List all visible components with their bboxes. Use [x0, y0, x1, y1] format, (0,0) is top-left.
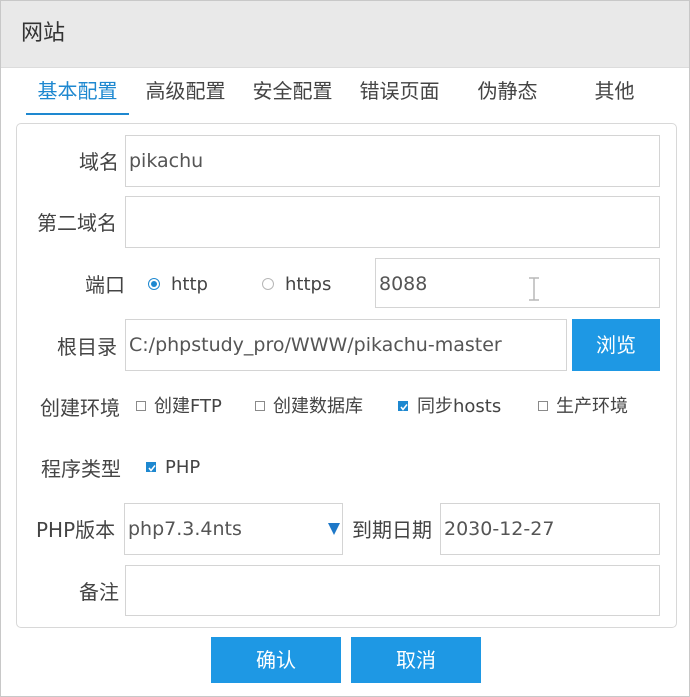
second-domain-input[interactable]	[125, 196, 660, 248]
sync-hosts-checkbox[interactable]	[398, 401, 408, 411]
https-radio-label[interactable]: https	[285, 276, 331, 294]
create-ftp-label[interactable]: 创建FTP	[154, 398, 222, 416]
text-cursor-icon	[529, 277, 539, 301]
site-dialog: 网站 基本配置 高级配置 安全配置 错误页面 伪静态 其他 域名 pikachu…	[0, 0, 690, 697]
tab-other[interactable]: 其他	[563, 67, 666, 113]
sync-hosts-label[interactable]: 同步hosts	[417, 398, 501, 416]
create-db-checkbox[interactable]	[255, 401, 265, 411]
cancel-button[interactable]: 取消	[351, 637, 481, 683]
create-db-label[interactable]: 创建数据库	[273, 398, 363, 416]
domain-input[interactable]: pikachu	[125, 135, 660, 187]
tab-security-config[interactable]: 安全配置	[241, 67, 344, 113]
php-checkbox-label[interactable]: PHP	[165, 459, 200, 477]
tab-rewrite[interactable]: 伪静态	[456, 67, 559, 113]
env-label: 创建环境	[40, 396, 120, 420]
tab-error-pages[interactable]: 错误页面	[348, 67, 451, 113]
confirm-button[interactable]: 确认	[211, 637, 341, 683]
http-radio-label[interactable]: http	[171, 276, 208, 294]
note-input[interactable]	[125, 565, 660, 616]
root-dir-input[interactable]: C:/phpstudy_pro/WWW/pikachu-master	[125, 319, 567, 371]
https-radio[interactable]	[262, 278, 274, 290]
program-type-label: 程序类型	[41, 457, 121, 481]
note-label: 备注	[79, 580, 119, 604]
second-domain-label: 第二域名	[37, 211, 117, 235]
dialog-title: 网站	[21, 21, 66, 46]
expire-date-input[interactable]: 2030-12-27	[440, 503, 660, 555]
check-icon	[400, 404, 408, 411]
expire-date-label: 到期日期	[352, 518, 432, 542]
create-ftp-checkbox[interactable]	[136, 401, 146, 411]
port-label: 端口	[85, 273, 125, 297]
tab-basic-config[interactable]: 基本配置	[26, 67, 129, 115]
dialog-titlebar[interactable]: 网站	[1, 1, 689, 68]
php-version-label: PHP版本	[36, 518, 116, 542]
root-dir-label: 根目录	[57, 335, 117, 359]
domain-label: 域名	[79, 150, 119, 174]
check-icon	[148, 465, 156, 472]
production-env-label[interactable]: 生产环境	[556, 398, 628, 416]
chevron-down-icon[interactable]	[328, 523, 340, 535]
php-version-select[interactable]: php7.3.4nts	[124, 503, 343, 555]
http-radio[interactable]	[148, 278, 160, 290]
tab-bar: 基本配置 高级配置 安全配置 错误页面 伪静态 其他	[1, 67, 689, 115]
port-input[interactable]: 8088	[375, 258, 660, 308]
production-env-checkbox[interactable]	[538, 401, 548, 411]
browse-button[interactable]: 浏览	[572, 319, 660, 371]
php-checkbox[interactable]	[146, 462, 156, 472]
tab-advanced-config[interactable]: 高级配置	[134, 67, 237, 113]
